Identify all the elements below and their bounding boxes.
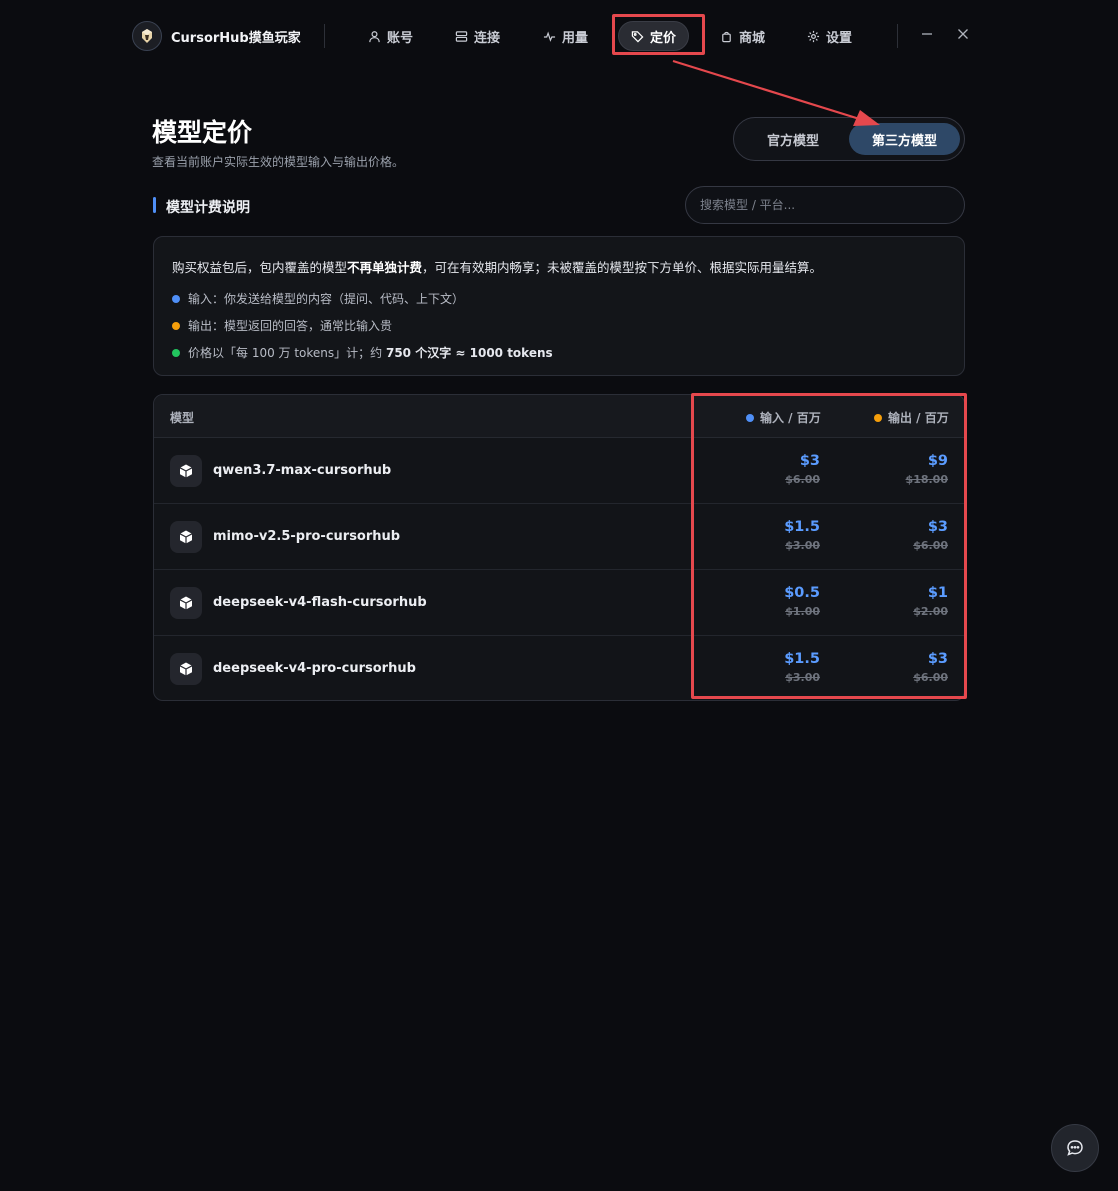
info-input-item: 输入：你发送给模型的内容（提问、代码、上下文） xyxy=(172,290,464,307)
logo-icon xyxy=(142,29,152,43)
section-accent xyxy=(153,197,156,213)
model-name: mimo-v2.5-pro-cursorhub xyxy=(213,529,401,544)
model-cube-icon xyxy=(170,521,202,553)
chat-button[interactable] xyxy=(1051,1124,1099,1172)
model-type-toggle: 官方模型 第三方模型 xyxy=(733,117,965,161)
nav-label: 用量 xyxy=(562,30,589,46)
divider xyxy=(324,24,325,48)
minimize-icon xyxy=(922,33,932,35)
nav-label: 设置 xyxy=(826,30,853,46)
user-icon xyxy=(369,30,380,42)
model-name: deepseek-v4-pro-cursorhub xyxy=(213,661,416,676)
info-output-text: 输出：模型返回的回答，通常比输入贵 xyxy=(188,319,393,333)
page-subtitle: 查看当前账户实际生效的模型输入与输出价格。 xyxy=(152,155,405,169)
col-model-label: 模型 xyxy=(170,411,195,425)
server-icon xyxy=(455,30,468,42)
gear-icon xyxy=(807,30,820,42)
nav-item-usage[interactable]: 用量 xyxy=(531,20,600,52)
model-name: qwen3.7-max-cursorhub xyxy=(213,463,392,478)
third-party-models-tab[interactable]: 第三方模型 xyxy=(849,123,960,155)
model-cube-icon xyxy=(170,455,202,487)
page-title: 模型定价 xyxy=(152,118,253,147)
highlight-box xyxy=(691,393,967,699)
chat-bubble-icon xyxy=(1067,1140,1083,1156)
billing-text: ，可在有效期内畅享；未被覆盖的模型按下方单价、根据实际用量结算。 xyxy=(422,260,823,275)
nav-item-account[interactable]: 账号 xyxy=(356,20,425,52)
output-dot-icon xyxy=(172,321,180,330)
model-cube-icon xyxy=(170,653,202,685)
title-bar: CursorHub摸鱼玩家 账号 连接 用量 定价 商城 设置 xyxy=(0,0,1118,72)
info-price-text: 价格以「每 100 万 tokens」计；约 750 个汉字 ≈ 1000 to… xyxy=(188,344,553,361)
activity-icon xyxy=(543,30,556,42)
billing-text-bold: 不再单独计费 xyxy=(347,260,423,275)
search-input[interactable] xyxy=(685,186,965,224)
close-button[interactable] xyxy=(955,26,971,42)
app-logo xyxy=(132,21,162,51)
price-dot-icon xyxy=(172,348,180,357)
close-icon xyxy=(958,29,968,39)
col-model: 模型 xyxy=(170,409,194,426)
info-input-text: 输入：你发送给模型的内容（提问、代码、上下文） xyxy=(188,292,465,306)
price-text-bold: 750 个汉字 ≈ 1000 tokens xyxy=(385,346,553,360)
section-title: 模型计费说明 xyxy=(166,200,250,216)
shopping-bag-icon xyxy=(722,31,731,42)
app-brand: CursorHub摸鱼玩家 xyxy=(171,31,301,46)
billing-description: 购买权益包后，包内覆盖的模型不再单独计费，可在有效期内畅享；未被覆盖的模型按下方… xyxy=(172,257,822,276)
highlight-box xyxy=(612,14,705,55)
billing-info-card: 购买权益包后，包内覆盖的模型不再单独计费，可在有效期内畅享；未被覆盖的模型按下方… xyxy=(153,236,965,376)
info-price-item: 价格以「每 100 万 tokens」计；约 750 个汉字 ≈ 1000 to… xyxy=(172,344,553,361)
official-models-tab[interactable]: 官方模型 xyxy=(740,123,846,155)
divider xyxy=(897,24,898,48)
nav-item-settings[interactable]: 设置 xyxy=(795,20,864,52)
billing-text: 购买权益包后，包内覆盖的模型 xyxy=(172,260,348,275)
model-cube-icon xyxy=(170,587,202,619)
info-output-item: 输出：模型返回的回答，通常比输入贵 xyxy=(172,317,392,334)
price-text: 价格以「每 100 万 tokens」计；约 xyxy=(188,346,386,360)
input-dot-icon xyxy=(172,294,180,303)
nav-item-shop[interactable]: 商城 xyxy=(708,20,777,52)
nav-label: 商城 xyxy=(739,30,766,46)
minimize-button[interactable] xyxy=(919,26,935,42)
model-name: deepseek-v4-flash-cursorhub xyxy=(213,595,427,610)
nav-label: 连接 xyxy=(474,30,501,46)
nav-item-connection[interactable]: 连接 xyxy=(443,20,512,52)
nav-label: 账号 xyxy=(387,30,414,46)
